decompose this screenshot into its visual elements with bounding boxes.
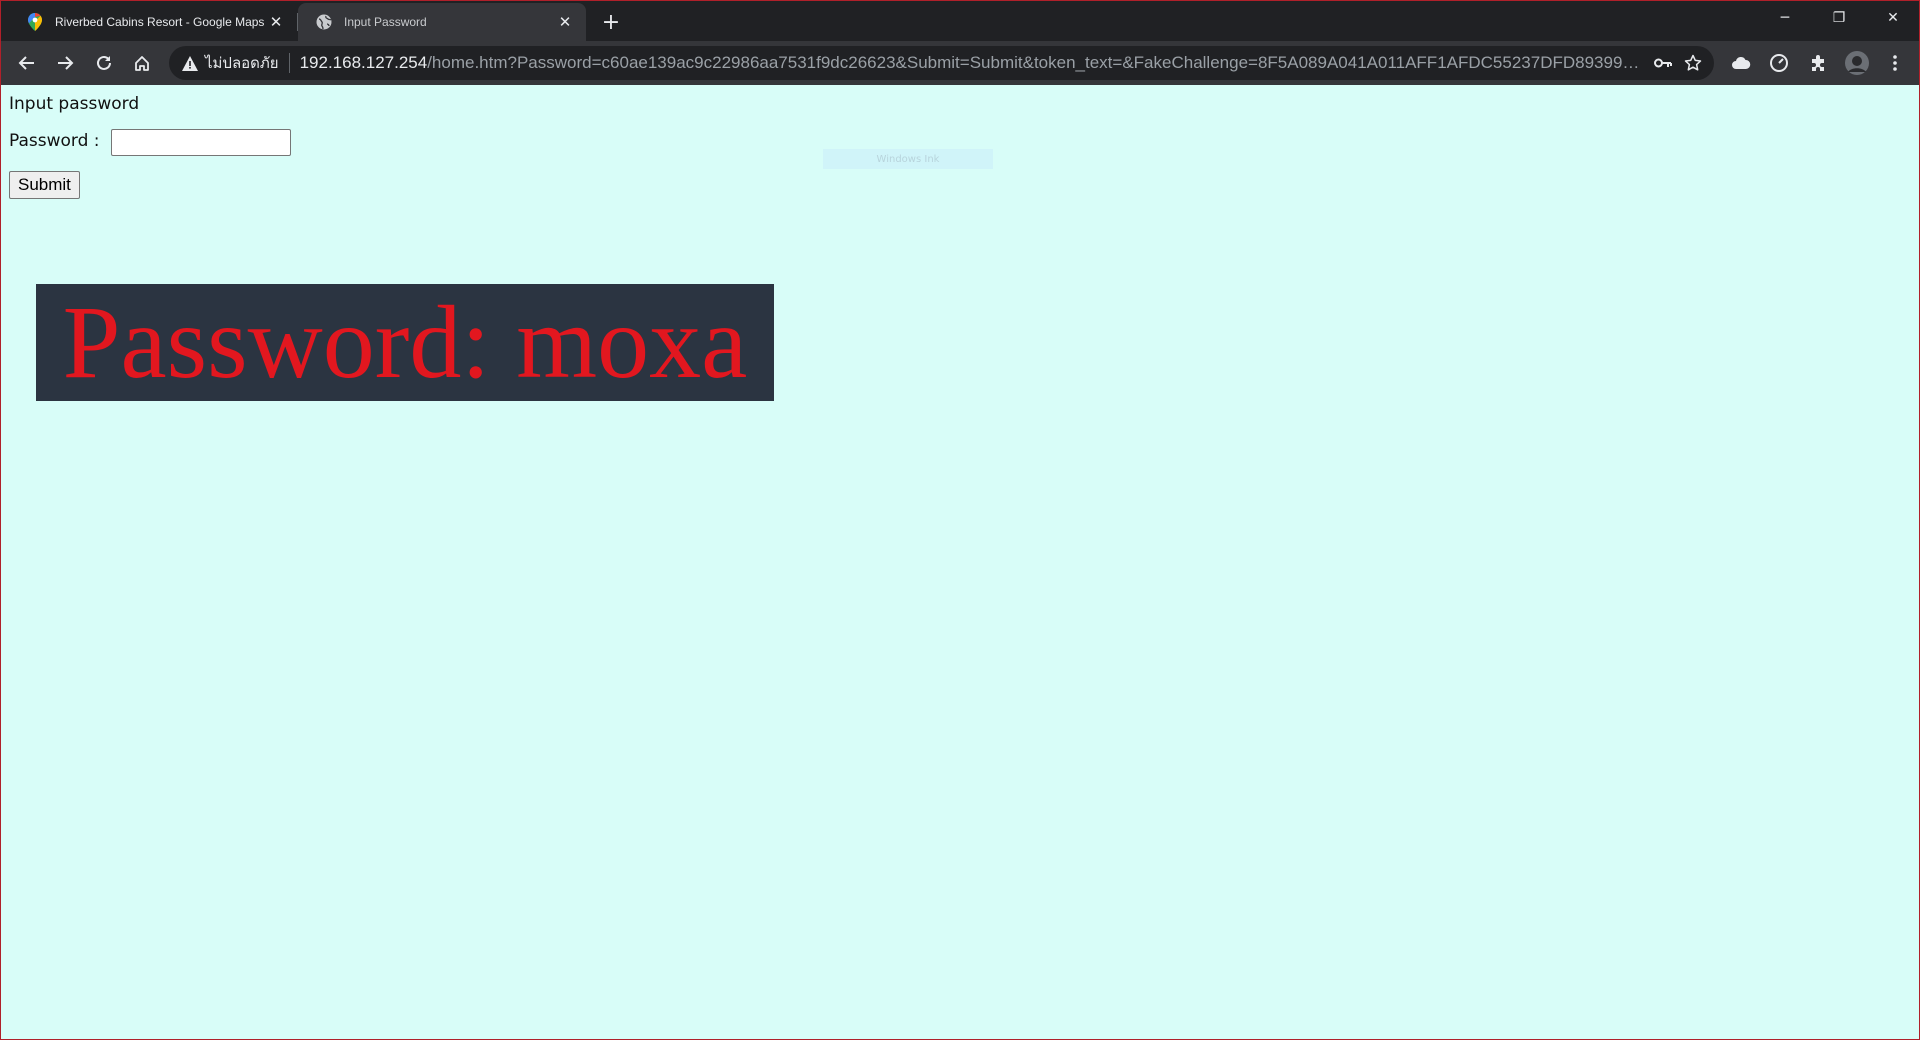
extensions-puzzle-icon[interactable] [1804,49,1832,77]
tab-close-icon[interactable]: ✕ [267,13,285,31]
tab-label: Input Password [344,15,427,29]
forward-button[interactable] [51,49,79,77]
back-button[interactable] [13,49,41,77]
url-path: /home.htm?Password=c60ae139ac9c22986aa75… [427,53,1648,72]
tab-google-maps[interactable]: Riverbed Cabins Resort - Google Maps ✕ [9,3,297,41]
restore-button[interactable]: ❐ [1812,1,1866,35]
submit-button[interactable]: Submit [9,171,80,199]
bookmark-star-icon[interactable] [1678,48,1708,78]
page-heading: Input password [9,94,140,114]
warning-triangle-icon[interactable] [181,54,199,72]
forward-arrow-icon [58,56,74,70]
address-bar[interactable]: ไม่ปลอดภัย 192.168.127.254/home.htm?Pass… [169,46,1714,80]
tab-input-password[interactable]: Input Password ✕ [298,3,586,41]
tab-close-icon[interactable]: ✕ [556,13,574,31]
tab-label: Riverbed Cabins Resort - Google Maps [55,15,265,29]
address-divider [288,53,290,73]
profile-avatar-icon[interactable] [1843,49,1871,77]
home-button[interactable] [128,49,156,77]
password-banner: Password: moxa [36,284,774,401]
extension-speedometer-icon[interactable] [1765,49,1793,77]
password-input[interactable] [111,129,291,156]
cloud-icon[interactable] [1727,49,1755,77]
reload-icon [97,55,111,70]
url-text[interactable]: 192.168.127.254/home.htm?Password=c60ae1… [300,53,1648,73]
password-banner-text: Password: moxa [62,284,748,400]
browser-title-bar: Riverbed Cabins Resort - Google Maps ✕ I… [1,1,1919,41]
browser-toolbar: ไม่ปลอดภัย 192.168.127.254/home.htm?Pass… [1,41,1919,85]
back-arrow-icon [18,56,34,70]
window-close-button[interactable]: ✕ [1866,1,1920,35]
faint-overlay-text: Windows Ink [823,149,993,169]
globe-icon [316,14,332,30]
key-icon[interactable] [1648,48,1678,78]
minimize-button[interactable]: ─ [1758,1,1812,35]
google-maps-pin-icon [27,13,43,31]
new-tab-button[interactable]: + [597,8,625,36]
not-secure-label[interactable]: ไม่ปลอดภัย [205,51,279,75]
password-label: Password : [9,131,100,151]
reload-button[interactable] [90,49,118,77]
browser-menu-icon[interactable] [1881,49,1909,77]
url-host: 192.168.127.254 [299,53,428,72]
home-icon [135,56,149,71]
page-content: Input password Password : Submit Windows… [1,85,1919,1039]
